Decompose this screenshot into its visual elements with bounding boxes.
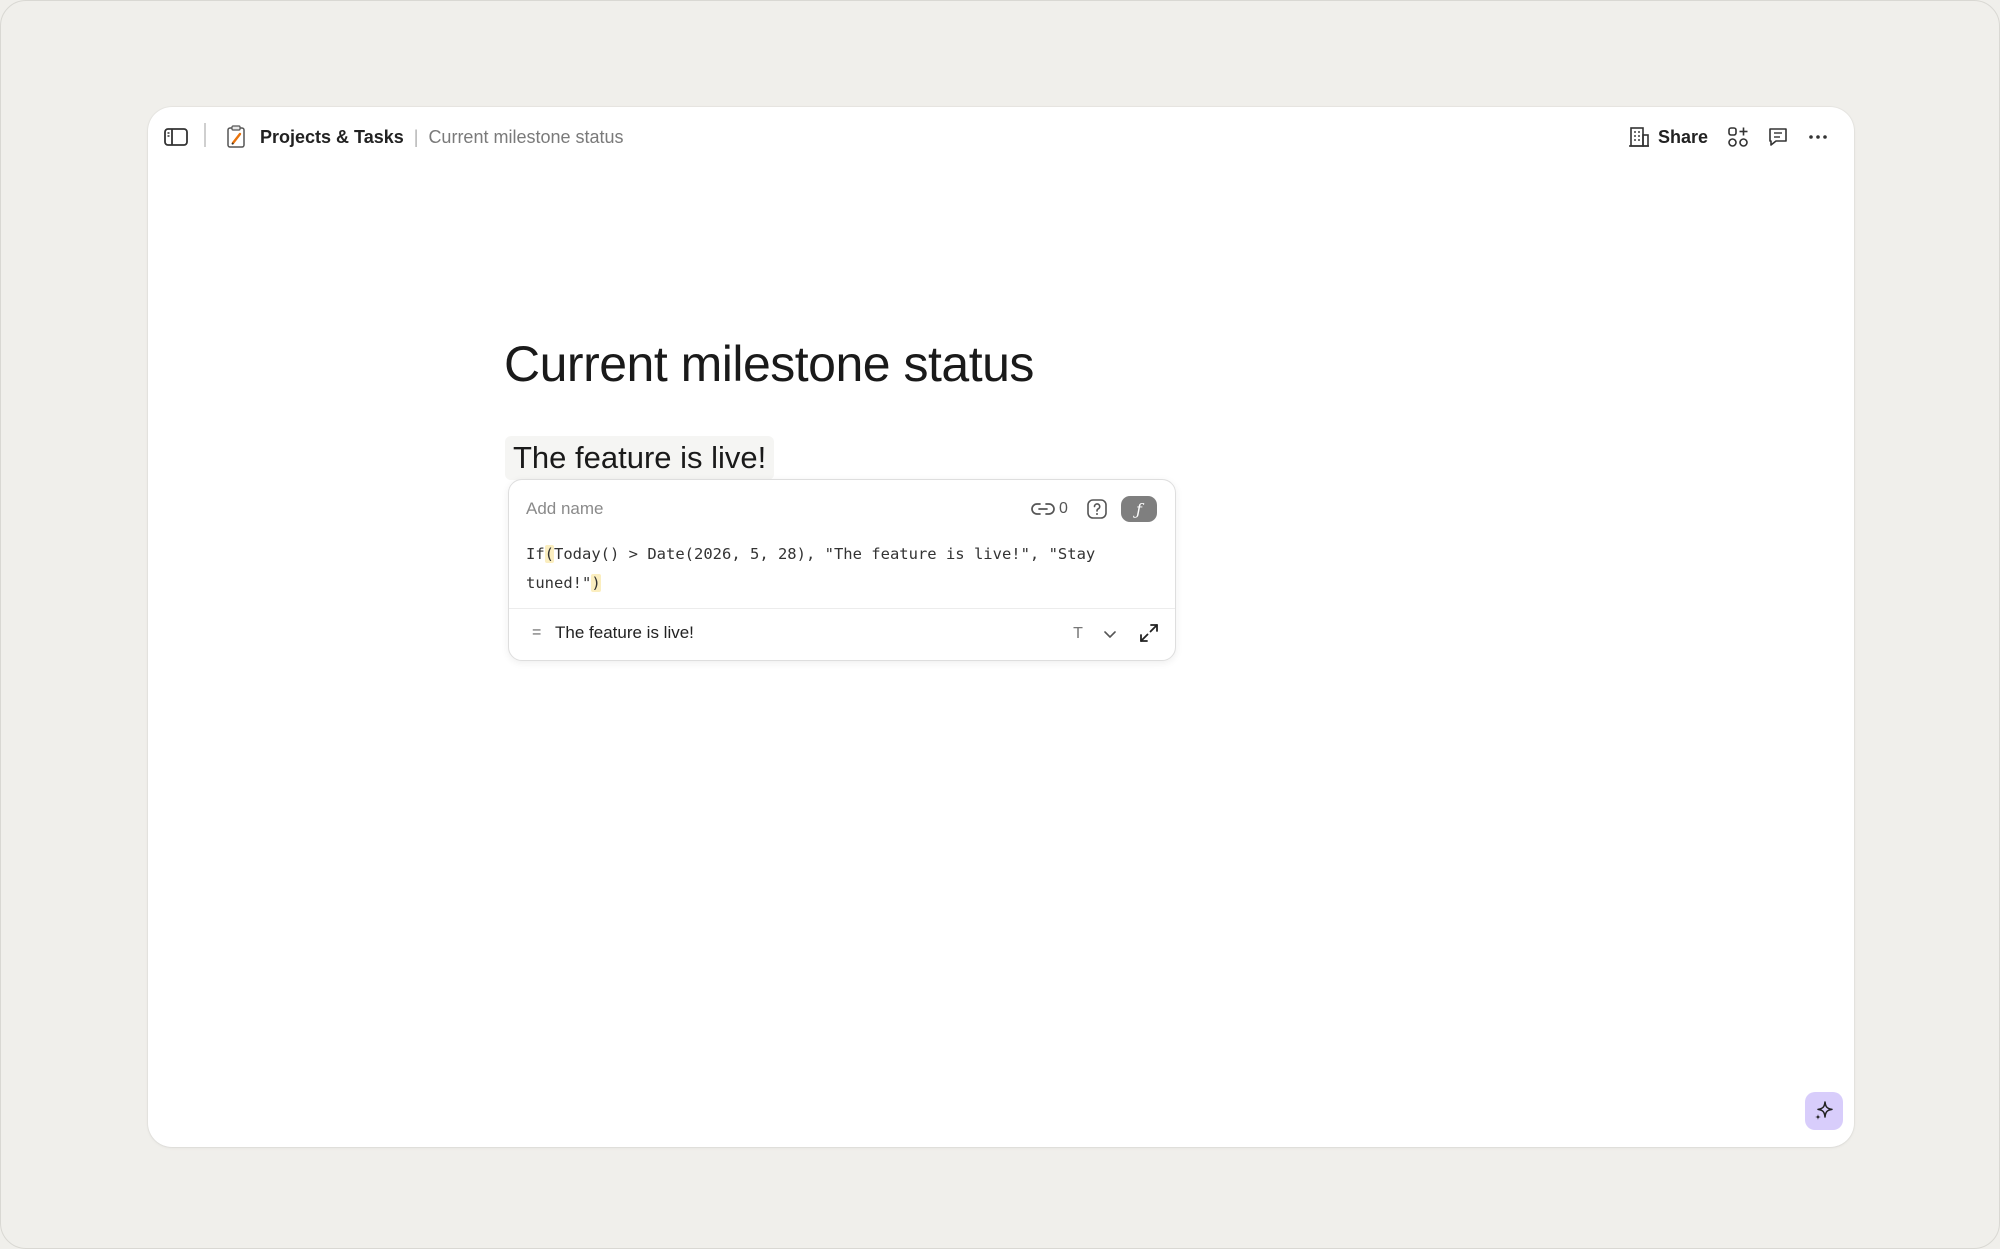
sidebar-panel-icon [164, 128, 188, 146]
breadcrumb-separator: | [413, 126, 419, 147]
comment-icon [1769, 128, 1787, 146]
question-icon [1087, 499, 1107, 519]
formula-editor-header: 0 ƒ [509, 480, 1175, 538]
link-icon [1031, 503, 1055, 515]
notepad-pencil-icon [226, 125, 248, 149]
expand-icon [1140, 624, 1158, 642]
chevron-down-icon [1104, 631, 1116, 638]
references-button[interactable]: 0 [1031, 496, 1068, 522]
more-options-button[interactable] [1800, 119, 1836, 155]
apps-button[interactable] [1720, 119, 1756, 155]
top-bar: Projects & Tasks | Current milestone sta… [148, 107, 1854, 167]
formula-arguments: Today() > Date(2026, 5, 28), "The featur… [526, 545, 1105, 592]
sparkle-icon [1815, 1101, 1833, 1120]
apps-plus-icon [1728, 127, 1748, 147]
breadcrumb-page-name[interactable]: Current milestone status [428, 127, 623, 148]
formula-result-value: The feature is live! [555, 623, 694, 642]
share-label: Share [1657, 126, 1708, 147]
ai-assistant-button[interactable] [1805, 1092, 1843, 1130]
result-type-dropdown[interactable]: T [1068, 621, 1124, 647]
page-title[interactable]: Current milestone status [504, 335, 1034, 393]
breadcrumb: Projects & Tasks | Current milestone sta… [226, 121, 624, 153]
formula-help-button[interactable] [1084, 496, 1110, 522]
ellipsis-icon [1809, 135, 1827, 139]
references-count: 0 [1059, 500, 1068, 517]
formula-close-paren: ) [591, 574, 601, 592]
formula-result-text: The feature is live! [513, 440, 767, 475]
sidebar-toggle-button[interactable] [160, 123, 192, 151]
formula-open-paren: ( [544, 545, 555, 563]
formula-name-input[interactable] [526, 494, 886, 524]
formula-result-chip[interactable]: The feature is live! [505, 436, 775, 480]
app-window: Projects & Tasks | Current milestone sta… [148, 107, 1854, 1147]
formula-result-row: = The feature is live! T [509, 609, 1175, 659]
formula-editor-popup: 0 ƒ If(Today() > Date(2026, 5, 28), "The… [508, 479, 1176, 661]
equals-sign: = [532, 624, 542, 641]
desktop-background: Projects & Tasks | Current milestone sta… [0, 0, 2000, 1249]
formula-mode-button[interactable]: ƒ [1121, 496, 1157, 522]
comments-button[interactable] [1760, 119, 1796, 155]
building-icon [1628, 127, 1649, 147]
formula-function-name: If [526, 545, 545, 563]
text-type-icon: T [1073, 625, 1083, 642]
expand-editor-button[interactable] [1135, 619, 1163, 647]
top-right-actions: Share [1620, 119, 1836, 155]
function-icon: ƒ [1136, 499, 1142, 519]
toolbar-divider [204, 123, 206, 147]
formula-code-editor[interactable]: If(Today() > Date(2026, 5, 28), "The fea… [526, 540, 1146, 598]
breadcrumb-doc-name[interactable]: Projects & Tasks [260, 127, 404, 148]
share-button[interactable]: Share [1620, 119, 1716, 155]
